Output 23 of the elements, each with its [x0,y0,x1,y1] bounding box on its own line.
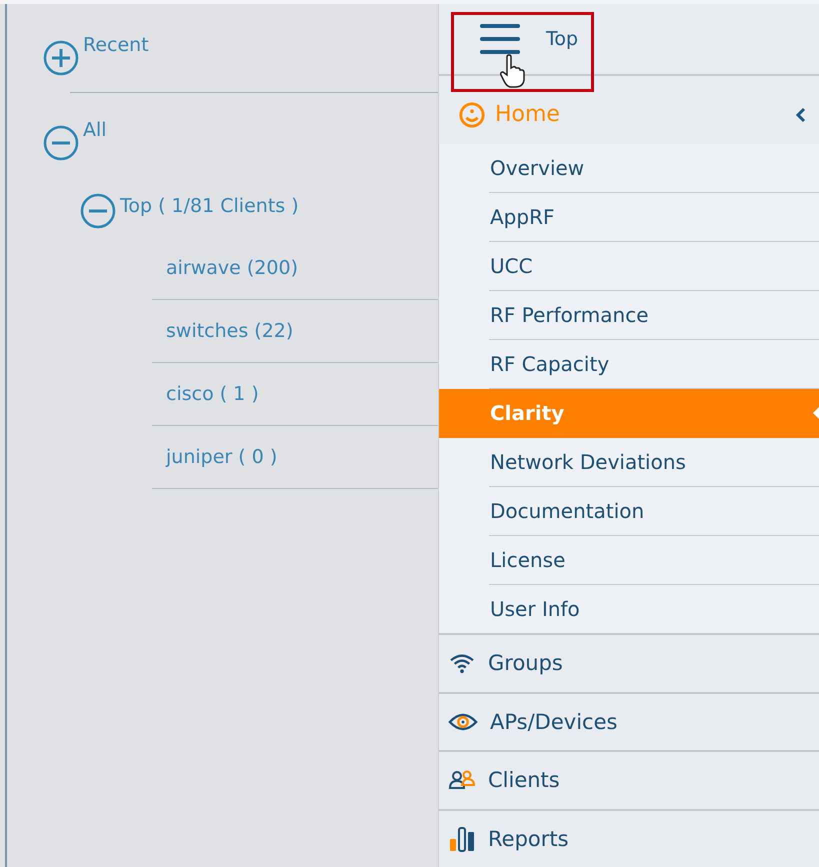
menu-item[interactable]: Documentation [489,487,819,536]
menu-item[interactable]: RF Performance [489,291,819,340]
wifi-icon [448,652,476,674]
bar-chart-icon [448,826,476,852]
menu-section[interactable]: Reports [488,826,569,851]
hand-cursor-icon [499,54,525,88]
menu-section[interactable]: Clients [488,768,560,792]
toggle-icon[interactable] [43,125,79,161]
menu-item[interactable]: Network Deviations [489,438,819,488]
breadcrumb-title: Top [546,28,578,50]
menu-item[interactable]: Overview [489,144,819,194]
menu-item[interactable]: UCC [489,242,819,292]
dashboard-icon [459,102,485,128]
chevron-icon[interactable] [795,106,807,123]
users-icon [448,769,476,792]
menu-icon[interactable] [479,22,521,56]
toggle-icon[interactable] [80,193,116,229]
menu-item[interactable]: AppRF [489,193,819,242]
menu-section[interactable]: APs/Devices [490,710,618,734]
menu-item[interactable]: License [489,536,819,586]
menu-item[interactable]: User Info [489,585,819,634]
menu-section[interactable]: Groups [488,651,563,676]
toggle-icon[interactable] [43,40,79,76]
